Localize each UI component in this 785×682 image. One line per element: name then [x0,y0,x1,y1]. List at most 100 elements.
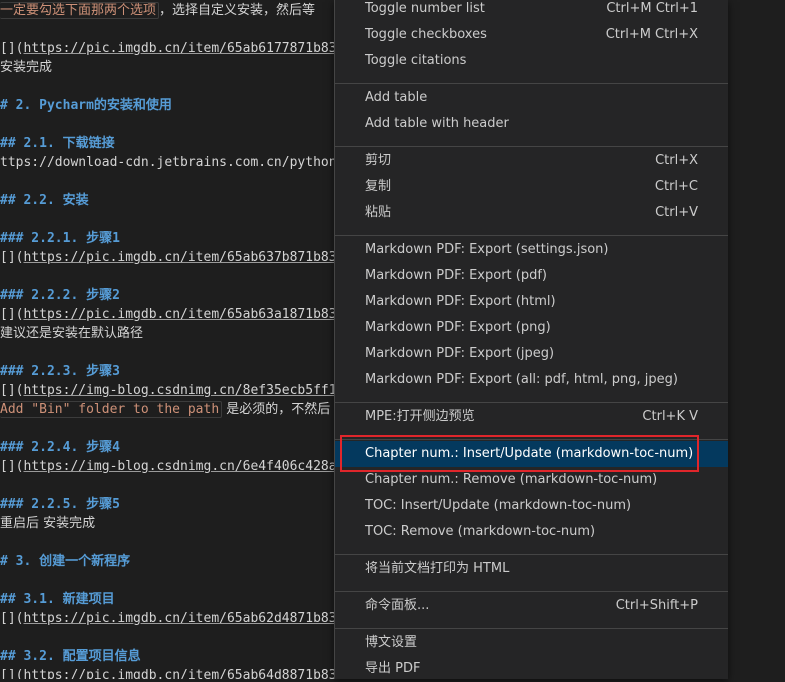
menu-item[interactable]: Markdown PDF: Export (png) [335,315,728,341]
editor-line[interactable]: ttps://download-cdn.jetbrains.com.cn/pyt… [0,153,340,172]
editor-line[interactable]: 重启后 安装完成 [0,514,95,533]
menu-item[interactable]: 命令面板... Ctrl+Shift+P [335,593,728,619]
editor-line[interactable]: # 2. Pycharm的安装和使用 [0,96,172,115]
menu-item-label: 博文设置 [365,635,418,650]
markdown-heading: ## 3.1. 新建项目 [0,592,115,607]
editor-line[interactable]: ### 2.2.1. 步骤1 [0,229,120,248]
markdown-link-url: https://img-blog.csdnimg.cn/8ef35ecb5ff1… [23,383,340,398]
markdown-heading: ### 2.2.1. 步骤1 [0,231,120,246]
menu-item[interactable]: Markdown PDF: Export (jpeg) [335,341,728,367]
menu-item[interactable]: Markdown PDF: Export (html) [335,289,728,315]
menu-item-label: Chapter num.: Remove (markdown-toc-num) [365,472,658,487]
editor-line[interactable]: [](https://img-blog.csdnimg.cn/6e4f406c4… [0,457,340,476]
editor-line[interactable]: [](https://pic.imgdb.cn/item/65ab637b871… [0,248,340,267]
menu-item[interactable]: Add table [335,85,728,111]
menu-item[interactable]: Markdown PDF: Export (all: pdf, html, pn… [335,367,728,393]
editor-text: 安装完成 [0,60,53,75]
editor-line[interactable]: Add "Bin" folder to the path 是必须的，不然后 [0,400,330,419]
menu-item-shortcut: Ctrl+M Ctrl+1 [606,1,698,16]
menu-item[interactable]: 博文设置 [335,630,728,656]
context-menu: Toggle number list Ctrl+M Ctrl+1 Toggle ch… [334,0,728,679]
editor-text: []( [0,611,24,626]
menu-separator [335,402,728,403]
editor-line[interactable]: ### 2.2.2. 步骤2 [0,286,120,305]
menu-item-shortcut: Ctrl+C [654,179,698,194]
editor-line[interactable]: [](https://img-blog.csdnimg.cn/8ef35ecb5… [0,381,340,400]
editor-text: []( [0,383,24,398]
inline-code: 一定要勾选下面那两个选项 [0,2,160,19]
editor-line[interactable]: [](https://pic.imgdb.cn/item/65ab62d4871… [0,609,340,628]
menu-item-label: Markdown PDF: Export (html) [365,294,556,309]
menu-item-label: Markdown PDF: Export (all: pdf, html, pn… [365,372,678,387]
editor-line[interactable]: ## 2.1. 下载链接 [0,134,115,153]
menu-item[interactable]: TOC: Insert/Update (markdown-toc-num) [335,493,728,519]
editor-line[interactable]: ### 2.2.5. 步骤5 [0,495,120,514]
menu-item-label: Chapter num.: Insert/Update (markdown-to… [365,446,694,461]
menu-item[interactable]: Toggle number list Ctrl+M Ctrl+1 [335,0,728,22]
markdown-heading: # 3. 创建一个新程序 [0,554,131,569]
menu-item-shortcut: Ctrl+X [655,153,698,168]
editor-line[interactable]: [](https://pic.imgdb.cn/item/65ab64d8871… [0,666,340,679]
editor-line[interactable]: 建议还是安装在默认路径 [0,324,143,343]
menu-item[interactable]: Toggle citations [335,48,728,74]
editor-text: []( [0,307,24,322]
menu-item-label: 粘贴 [365,205,392,220]
editor-text: []( [0,41,24,56]
menu-item[interactable]: Chapter num.: Remove (markdown-toc-num) [335,467,728,493]
editor-line[interactable]: ## 3.2. 配置项目信息 [0,647,141,666]
menu-item-label: MPE:打开侧边预览 [365,409,475,424]
menu-separator [335,439,728,440]
menu-item-label: Markdown PDF: Export (pdf) [365,268,548,283]
markdown-editor[interactable]: 一定要勾选下面那两个选项 ，选择自定义安装，然后等 [](https://pic.i… [0,0,340,679]
menu-item-shortcut: Ctrl+M Ctrl+X [605,27,698,42]
menu-item-label: Markdown PDF: Export (jpeg) [365,346,555,361]
editor-line[interactable]: [](https://pic.imgdb.cn/item/65ab63a1871… [0,305,340,324]
editor-text: 重启后 安装完成 [0,516,96,531]
menu-item[interactable]: MPE:打开侧边预览 Ctrl+K V [335,404,728,430]
editor-line[interactable]: ## 3.1. 新建项目 [0,590,115,609]
editor-text: []( [0,668,24,679]
menu-item-label: 命令面板... [365,598,430,613]
menu-item[interactable]: 将当前文档打印为 HTML [335,556,728,582]
markdown-link-url: https://pic.imgdb.cn/item/65ab63a1871b83… [23,307,340,322]
editor-text: 建议还是安装在默认路径 [0,326,144,341]
menu-item-label: 导出 PDF [365,661,421,676]
menu-separator [335,554,728,555]
editor-line[interactable]: ### 2.2.3. 步骤3 [0,362,120,381]
markdown-heading: # 2. Pycharm的安装和使用 [0,98,172,113]
markdown-heading: ## 2.1. 下载链接 [0,136,115,151]
menu-separator [335,146,728,147]
menu-item[interactable]: TOC: Remove (markdown-toc-num) [335,519,728,545]
menu-item-label: TOC: Remove (markdown-toc-num) [365,524,596,539]
editor-line[interactable]: ## 2.2. 安装 [0,191,89,210]
editor-text: 是必须的，不然后 [222,402,331,417]
menu-item-label: Markdown PDF: Export (png) [365,320,551,335]
menu-item[interactable]: 复制 Ctrl+C [335,174,728,200]
menu-item-label: Add table [365,90,428,105]
menu-separator [335,591,728,592]
editor-line[interactable]: 安装完成 [0,58,52,77]
menu-item[interactable]: Markdown PDF: Export (pdf) [335,263,728,289]
menu-item-label: TOC: Insert/Update (markdown-toc-num) [365,498,632,513]
markdown-heading: ### 2.2.2. 步骤2 [0,288,120,303]
menu-item[interactable]: Markdown PDF: Export (settings.json) [335,237,728,263]
editor-line[interactable]: 一定要勾选下面那两个选项 ，选择自定义安装，然后等 [0,1,315,20]
menu-item-label: 剪切 [365,153,392,168]
editor-line[interactable]: # 3. 创建一个新程序 [0,552,130,571]
editor-line[interactable]: [](https://pic.imgdb.cn/item/65ab6177871… [0,39,340,58]
menu-item-label: Toggle citations [365,53,467,68]
markdown-heading: ### 2.2.4. 步骤4 [0,440,120,455]
editor-text: ，选择自定义安装，然后等 [159,3,316,18]
menu-item[interactable]: Add table with header [335,111,728,137]
menu-item[interactable]: 导出 PDF [335,656,728,682]
menu-item[interactable]: 剪切 Ctrl+X [335,148,728,174]
menu-item[interactable]: Toggle checkboxes Ctrl+M Ctrl+X [335,22,728,48]
menu-item[interactable]: Chapter num.: Insert/Update (markdown-to… [335,441,728,467]
menu-item-label: 复制 [365,179,392,194]
markdown-heading: ## 2.2. 安装 [0,193,89,208]
menu-item-label: Markdown PDF: Export (settings.json) [365,242,609,257]
menu-item-shortcut: Ctrl+Shift+P [615,598,698,613]
markdown-link-url: https://img-blog.csdnimg.cn/6e4f406c428a… [23,459,340,474]
editor-line[interactable]: ### 2.2.4. 步骤4 [0,438,120,457]
menu-item[interactable]: 粘贴 Ctrl+V [335,200,728,226]
